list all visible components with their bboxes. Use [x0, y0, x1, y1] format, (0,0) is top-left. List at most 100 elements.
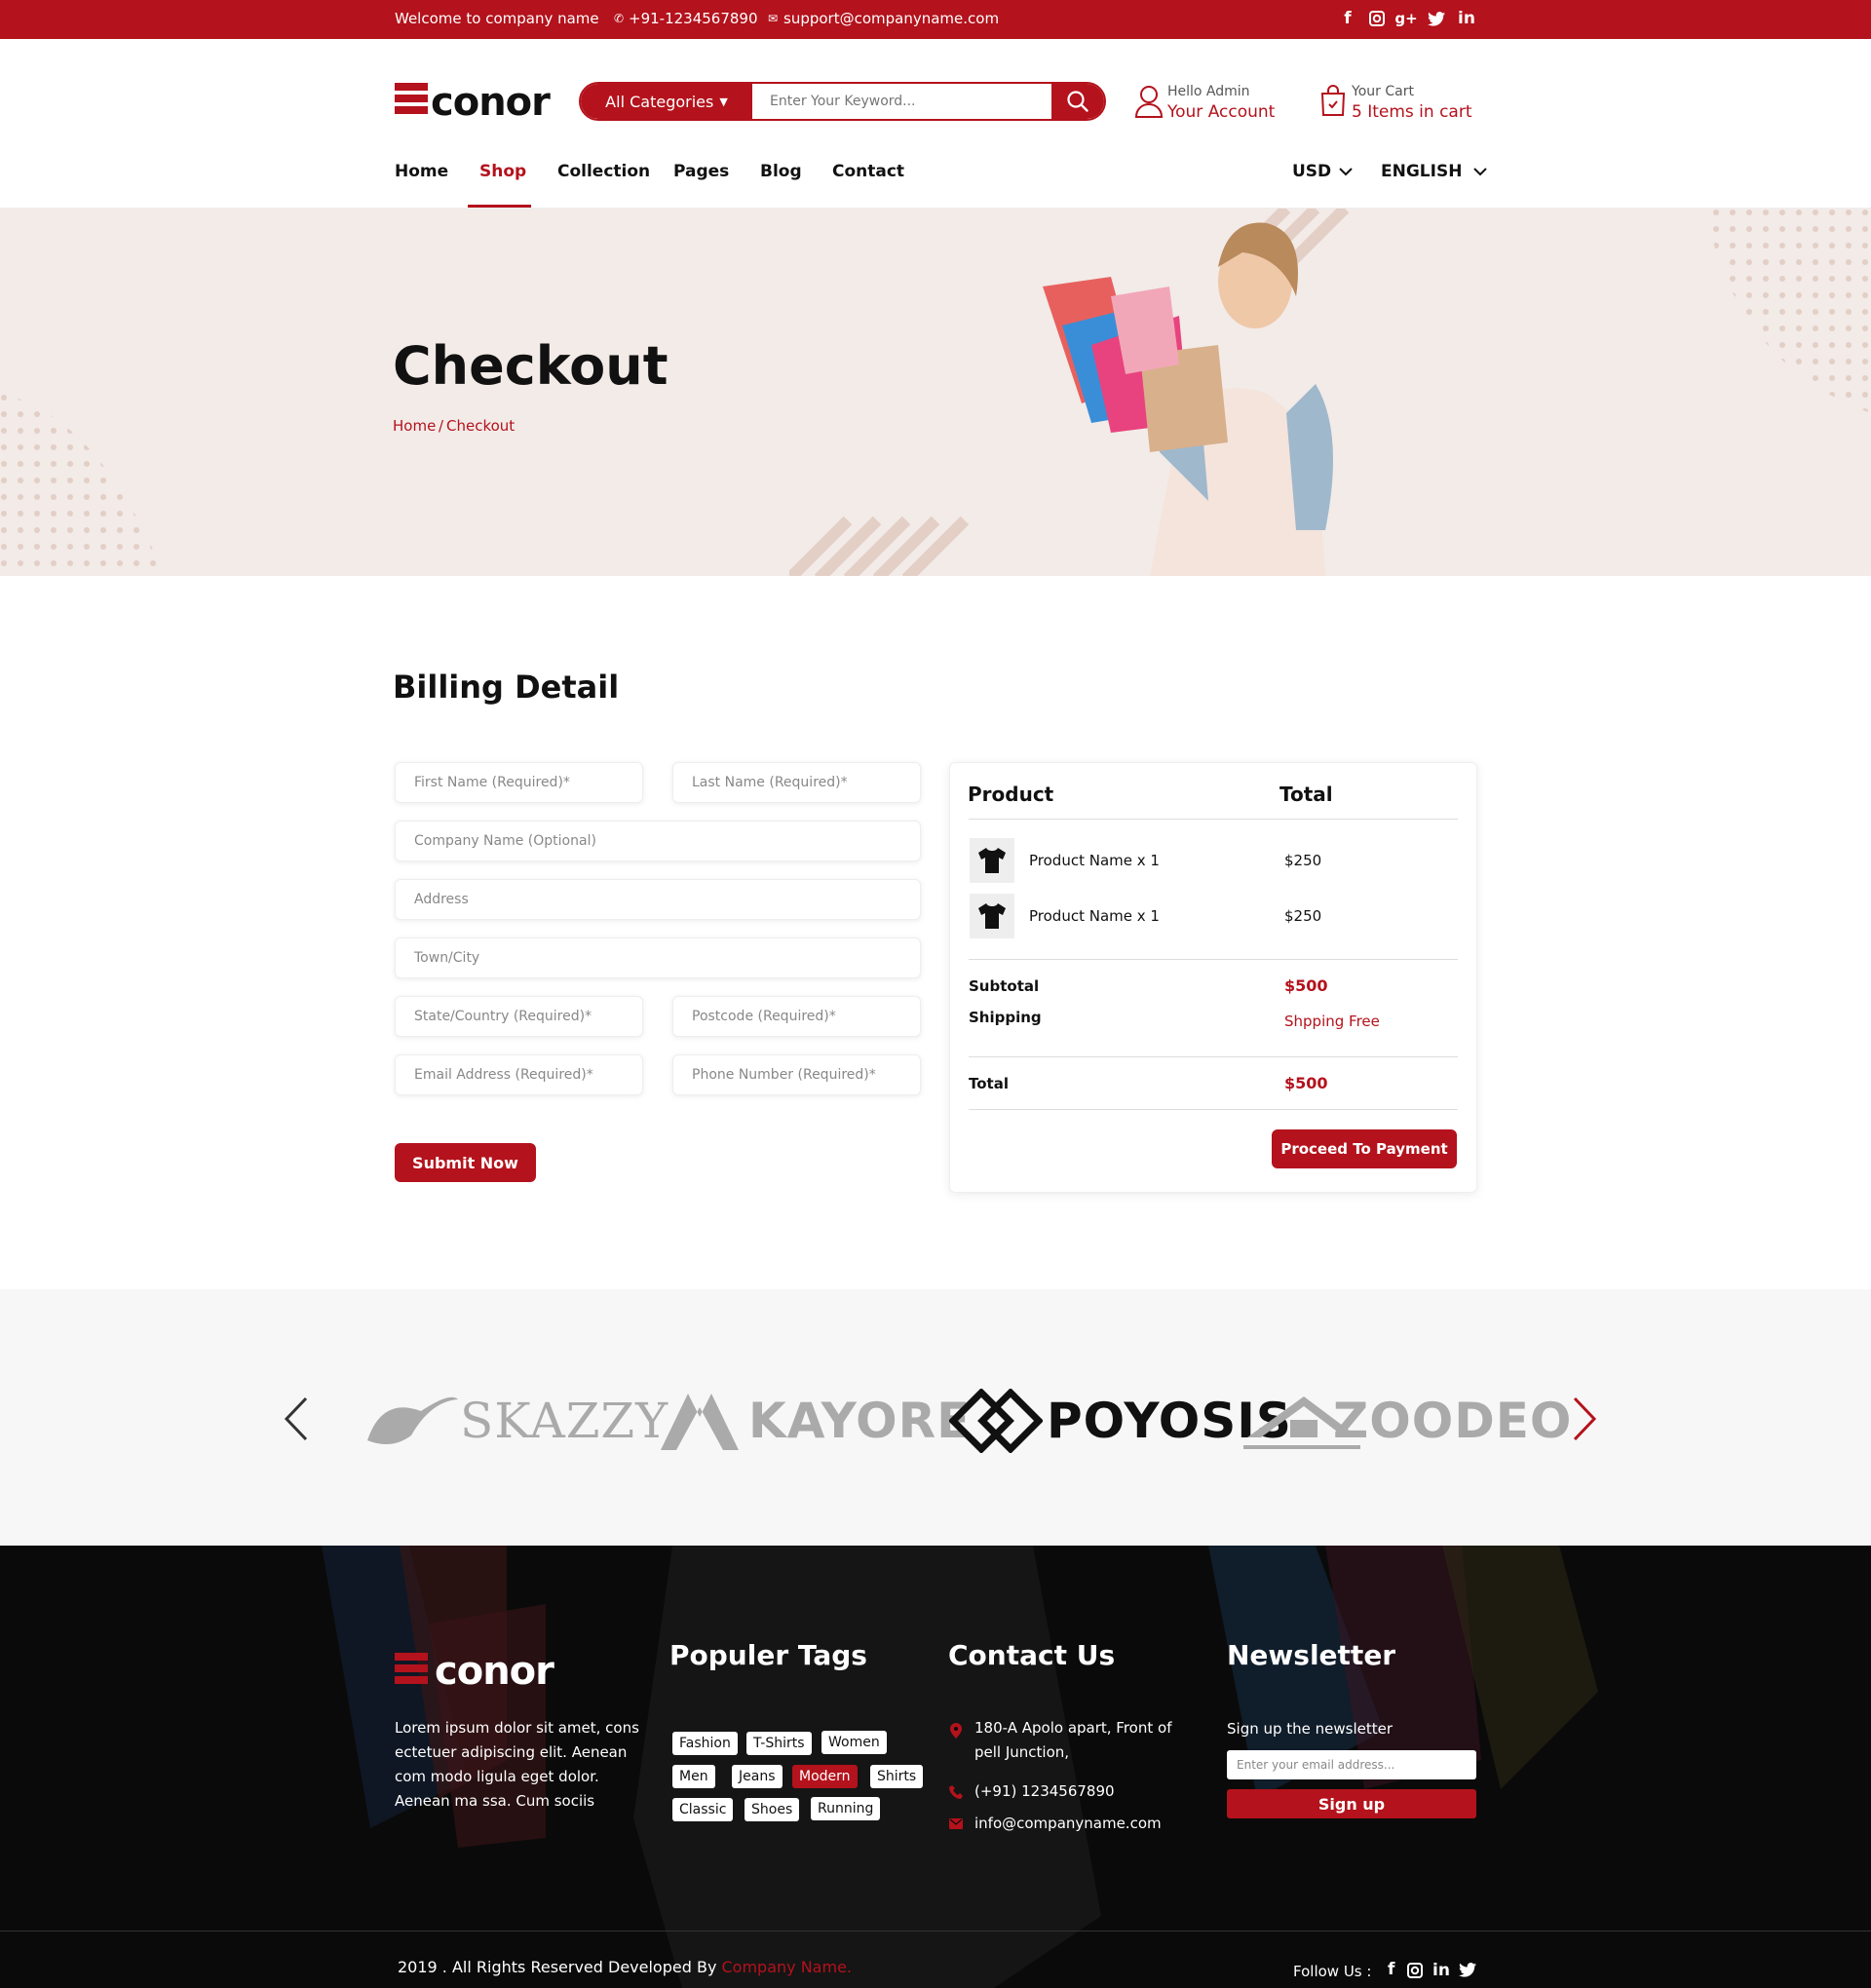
tag-fashion[interactable]: Fashion [672, 1732, 738, 1755]
mail-icon [949, 1818, 963, 1829]
tag-classic[interactable]: Classic [672, 1798, 734, 1821]
nav-shop[interactable]: Shop [479, 162, 526, 181]
newsletter-email-input[interactable]: Enter your email address... [1227, 1750, 1476, 1779]
company-link[interactable]: Company Name. [722, 1958, 853, 1976]
product-thumbnail[interactable] [970, 838, 1014, 883]
category-dropdown[interactable]: All Categories ▼ [581, 84, 752, 119]
logo[interactable]: conor [431, 80, 551, 125]
tag-modern[interactable]: Modern [792, 1765, 858, 1788]
mail-icon: ✉ [768, 12, 779, 25]
footer-logo-mark [395, 1653, 428, 1688]
newsletter-title: Newsletter [1227, 1639, 1396, 1671]
linkedin-icon[interactable]: in [1456, 8, 1477, 29]
chevron-right-icon[interactable] [1571, 1396, 1598, 1441]
twitter-icon[interactable] [1426, 8, 1447, 29]
contact-address: 180-A Apolo apart, Front of pell Junctio… [974, 1719, 1172, 1761]
divider [969, 959, 1458, 960]
product-thumbnail[interactable] [970, 894, 1014, 938]
cart-count[interactable]: 5 Items in cart [1352, 102, 1472, 122]
tshirt-icon [978, 848, 1006, 873]
facebook-icon[interactable]: f [1337, 8, 1358, 29]
nav-active-indicator [468, 205, 531, 208]
tag-tshirts[interactable]: T-Shirts [746, 1732, 812, 1755]
topbar-phone[interactable]: +91-1234567890 [629, 10, 758, 27]
currency-dropdown[interactable]: USD [1292, 162, 1353, 181]
swoosh-icon [367, 1396, 458, 1444]
dot-pattern [1705, 209, 1871, 413]
total-value: $500 [1284, 1074, 1328, 1092]
item-price: $250 [1284, 907, 1322, 925]
address-field[interactable]: Address [395, 879, 921, 920]
instagram-icon[interactable] [1407, 1963, 1423, 1982]
newsletter-signup-button[interactable]: Sign up [1227, 1789, 1476, 1818]
account-link[interactable]: Your Account [1167, 102, 1275, 122]
tag-women[interactable]: Women [821, 1731, 887, 1754]
divider [969, 1109, 1458, 1110]
email-field[interactable]: Email Address (Required)* [395, 1054, 643, 1095]
subtotal-value: $500 [1284, 976, 1328, 995]
proceed-to-payment-button[interactable]: Proceed To Payment [1272, 1129, 1457, 1168]
chevron-left-icon[interactable] [283, 1396, 310, 1441]
nav-contact[interactable]: Contact [832, 162, 904, 181]
brand-name: SKAZZY [460, 1393, 669, 1449]
tag-men[interactable]: Men [672, 1765, 715, 1788]
stripe-decoration [789, 516, 970, 576]
postcode-field[interactable]: Postcode (Required)* [672, 996, 921, 1037]
nav-home[interactable]: Home [395, 162, 448, 181]
brand-logo-kayore[interactable]: KAYORE [659, 1387, 971, 1455]
caret-down-icon: ▼ [719, 95, 728, 108]
user-icon[interactable] [1134, 84, 1164, 119]
copyright-line: 2019 . All Rights Reserved Developed By … [398, 1958, 852, 1976]
nav-collection[interactable]: Collection [557, 162, 650, 181]
breadcrumb-home[interactable]: Home [393, 417, 436, 435]
cart-label: Your Cart [1352, 84, 1414, 99]
instagram-icon[interactable] [1366, 8, 1388, 29]
newsletter-text: Sign up the newsletter [1227, 1720, 1394, 1738]
shopper-illustration [1043, 222, 1333, 576]
footer-logo[interactable]: conor [435, 1649, 554, 1694]
company-field[interactable]: Company Name (Optional) [395, 821, 921, 861]
dot-pattern [0, 394, 165, 576]
tags-title: Populer Tags [669, 1639, 867, 1671]
brand-logo-zoodeo[interactable]: ZOODEO [1243, 1387, 1572, 1455]
language-dropdown[interactable]: ENGLISH [1381, 162, 1488, 181]
submit-button[interactable]: Submit Now [395, 1143, 536, 1182]
brand-carousel: SKAZZY KAYORE POYOSIS ZOODEO [0, 1289, 1871, 1546]
linkedin-icon[interactable]: in [1432, 1961, 1450, 1980]
last-name-field[interactable]: Last Name (Required)* [672, 762, 921, 803]
tag-shirts[interactable]: Shirts [870, 1765, 924, 1788]
currency-label: USD [1292, 162, 1332, 181]
brand-name: KAYORE [748, 1393, 972, 1449]
tag-running[interactable]: Running [811, 1797, 881, 1820]
brand-logo-poyosis[interactable]: POYOSIS [949, 1387, 1292, 1455]
nav-pages[interactable]: Pages [673, 162, 729, 181]
facebook-icon[interactable]: f [1388, 1960, 1394, 1979]
brand-logo-skazzy[interactable]: SKAZZY [363, 1387, 668, 1455]
tag-shoes[interactable]: Shoes [745, 1798, 800, 1821]
top-bar: Welcome to company name ✆ +91-1234567890… [0, 0, 1871, 39]
account-greeting: Hello Admin [1167, 84, 1250, 99]
search-button[interactable] [1051, 84, 1104, 119]
search-input[interactable] [752, 84, 1051, 119]
state-field[interactable]: State/Country (Required)* [395, 996, 643, 1037]
first-name-field[interactable]: First Name (Required)* [395, 762, 643, 803]
page-banner: Checkout Home / Checkout [0, 209, 1871, 576]
contact-phone[interactable]: (+91) 1234567890 [974, 1779, 1115, 1804]
topbar-email[interactable]: support@companyname.com [783, 10, 999, 27]
page-title: Checkout [393, 335, 668, 397]
cart-icon[interactable] [1320, 84, 1346, 117]
town-field[interactable]: Town/City [395, 937, 921, 978]
phone-field[interactable]: Phone Number (Required)* [672, 1054, 921, 1095]
copyright-bar: 2019 . All Rights Reserved Developed By … [0, 1931, 1871, 1988]
contact-email[interactable]: info@companyname.com [974, 1812, 1162, 1836]
tag-jeans[interactable]: Jeans [732, 1765, 783, 1788]
nav-blog[interactable]: Blog [760, 162, 802, 181]
twitter-icon[interactable] [1459, 1963, 1476, 1981]
brand-name: ZOODEO [1333, 1393, 1573, 1449]
search-icon [1067, 91, 1088, 112]
chevron-down-icon [1339, 167, 1353, 175]
total-label: Total [969, 1075, 1009, 1092]
billing-title: Billing Detail [393, 669, 620, 706]
google-plus-icon[interactable]: g+ [1394, 8, 1417, 29]
phone-icon: ✆ [614, 12, 625, 25]
